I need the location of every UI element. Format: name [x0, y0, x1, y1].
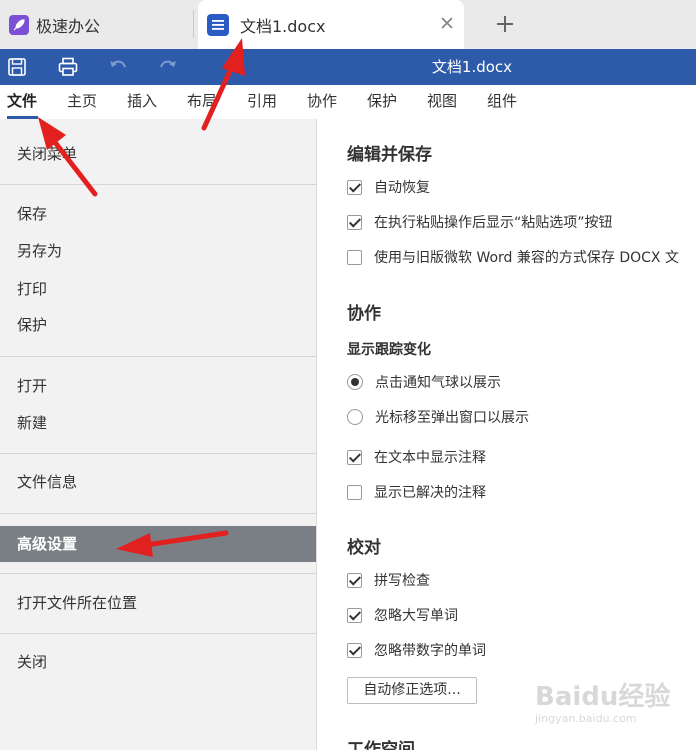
option-show-paste-options[interactable]: 在执行粘贴操作后显示“粘贴选项”按钮: [347, 212, 613, 232]
section-heading-edit-save: 编辑并保存: [347, 145, 432, 165]
file-menu-advanced-settings[interactable]: 高级设置: [0, 526, 316, 562]
baidu-watermark: Baidu经验 jingyan.baidu.com: [535, 672, 685, 728]
document-title: 文档1.docx: [431, 58, 513, 76]
ribbon-tab-references[interactable]: 引用: [247, 85, 277, 117]
option-label: 在执行粘贴操作后显示“粘贴选项”按钮: [374, 215, 613, 231]
file-menu-close-menu[interactable]: 关闭菜单: [0, 136, 316, 172]
checkbox[interactable]: [347, 249, 362, 265]
file-menu-print[interactable]: 打印: [0, 271, 316, 307]
checkbox[interactable]: [347, 179, 362, 195]
ribbon-tab-layout[interactable]: 布局: [187, 85, 217, 117]
option-label: 光标移至弹出窗口以展示: [375, 410, 529, 426]
option-label: 在文本中显示注释: [374, 450, 486, 466]
ribbon-tab-file[interactable]: 文件: [7, 85, 37, 117]
subheading-track-changes: 显示跟踪变化: [347, 342, 431, 358]
ribbon-tab-plugins[interactable]: 组件: [487, 85, 517, 117]
file-menu-save-as[interactable]: 另存为: [0, 233, 316, 269]
option-label: 点击通知气球以展示: [375, 375, 501, 391]
document-tab[interactable]: 文档1.docx: [198, 0, 464, 49]
new-tab-icon[interactable]: [495, 14, 515, 34]
file-menu-save[interactable]: 保存: [0, 196, 316, 232]
undo-icon[interactable]: [107, 56, 129, 78]
document-tab-label: 文档1.docx: [240, 16, 326, 36]
ribbon-tab-home[interactable]: 主页: [67, 85, 97, 117]
file-menu-new[interactable]: 新建: [0, 405, 316, 441]
tab-divider: [193, 10, 194, 38]
ribbon-tab-collaboration[interactable]: 协作: [307, 85, 337, 117]
menu-divider: [0, 633, 316, 634]
autocorrect-options-button[interactable]: 自动修正选项...: [347, 677, 477, 704]
option-autorecover[interactable]: 自动恢复: [347, 177, 430, 197]
ribbon-menu: 文件 主页 插入 布局 引用 协作 保护 视图 组件: [0, 85, 696, 119]
option-label: 忽略带数字的单词: [374, 643, 486, 659]
option-legacy-word-compat[interactable]: 使用与旧版微软 Word 兼容的方式保存 DOCX 文: [347, 247, 679, 267]
advanced-settings-panel: 编辑并保存 自动恢复 在执行粘贴操作后显示“粘贴选项”按钮 使用与旧版微软 Wo…: [317, 119, 696, 750]
checkbox[interactable]: [347, 607, 362, 623]
radio-click-balloon[interactable]: 点击通知气球以展示: [347, 372, 501, 392]
menu-divider: [0, 356, 316, 357]
watermark-url: jingyan.baidu.com: [535, 712, 637, 725]
option-label: 自动恢复: [374, 180, 430, 196]
close-tab-icon[interactable]: [440, 16, 454, 30]
option-label: 显示已解决的注释: [374, 485, 486, 501]
watermark-brand: Baidu经验: [535, 682, 671, 712]
radio-button[interactable]: [347, 374, 363, 390]
section-heading-proofing: 校对: [347, 538, 381, 558]
file-menu: 关闭菜单 保存 另存为 打印 保护 打开 新建 文件信息 高级设置 打开文件所在…: [0, 119, 317, 750]
file-menu-file-info[interactable]: 文件信息: [0, 464, 316, 500]
file-menu-open-file-location[interactable]: 打开文件所在位置: [0, 585, 316, 621]
option-show-resolved-comments[interactable]: 显示已解决的注释: [347, 482, 486, 502]
radio-hover-popup[interactable]: 光标移至弹出窗口以展示: [347, 407, 529, 427]
menu-divider: [0, 573, 316, 574]
rocket-icon: [9, 14, 29, 35]
radio-button[interactable]: [347, 409, 363, 425]
ribbon-tab-view[interactable]: 视图: [427, 85, 457, 117]
file-menu-close[interactable]: 关闭: [0, 644, 316, 680]
title-bar: 文档1.docx: [0, 49, 696, 85]
option-label: 拼写检查: [374, 573, 430, 589]
checkbox[interactable]: [347, 449, 362, 465]
ribbon-tab-insert[interactable]: 插入: [127, 85, 157, 117]
ribbon-tab-protect[interactable]: 保护: [367, 85, 397, 117]
file-menu-protect[interactable]: 保护: [0, 307, 316, 343]
save-icon[interactable]: [6, 56, 28, 78]
redo-icon[interactable]: [157, 56, 179, 78]
option-label: 使用与旧版微软 Word 兼容的方式保存 DOCX 文: [374, 250, 679, 266]
checkbox[interactable]: [347, 214, 362, 230]
app-tab[interactable]: 极速办公: [0, 0, 193, 49]
section-heading-collaboration: 协作: [347, 304, 381, 324]
option-spell-check[interactable]: 拼写检查: [347, 570, 430, 590]
file-menu-open[interactable]: 打开: [0, 368, 316, 404]
option-ignore-uppercase[interactable]: 忽略大写单词: [347, 605, 458, 625]
print-icon[interactable]: [57, 56, 79, 78]
menu-divider: [0, 184, 316, 185]
menu-divider: [0, 513, 316, 514]
tab-bar: 极速办公 文档1.docx: [0, 0, 696, 49]
checkbox[interactable]: [347, 642, 362, 658]
option-label: 忽略大写单词: [374, 608, 458, 624]
section-heading-workspace: 工作空间: [347, 740, 415, 750]
document-icon: [207, 13, 229, 36]
option-ignore-numbers[interactable]: 忽略带数字的单词: [347, 640, 486, 660]
app-tab-label: 极速办公: [36, 16, 101, 36]
option-show-comments[interactable]: 在文本中显示注释: [347, 447, 486, 467]
checkbox[interactable]: [347, 572, 362, 588]
checkbox[interactable]: [347, 484, 362, 500]
menu-divider: [0, 453, 316, 454]
